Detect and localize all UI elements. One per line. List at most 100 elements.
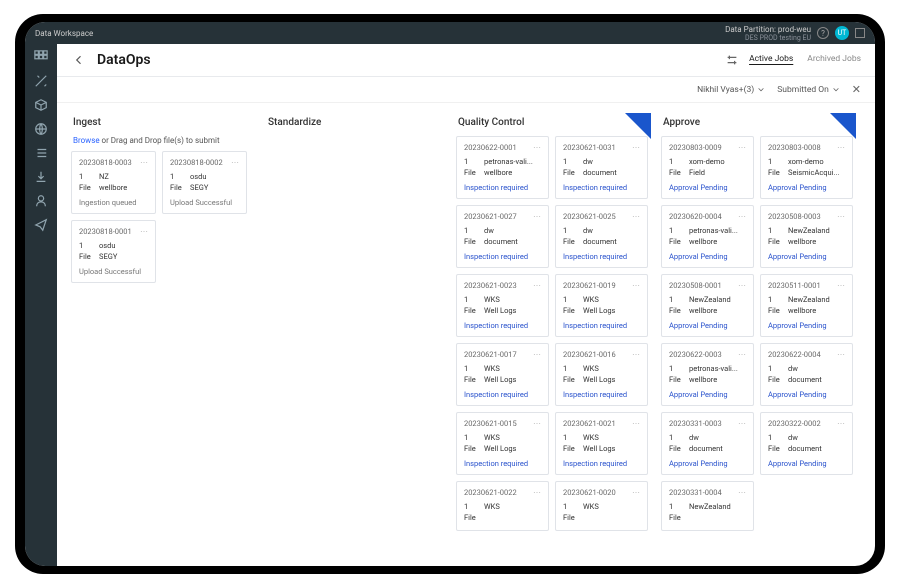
card-menu-icon[interactable]: ⋯ <box>632 146 640 150</box>
job-card[interactable]: 20230621-0031⋯1dwFiledocumentInspection … <box>555 136 648 199</box>
card-id: 20230621-0015 <box>464 419 517 428</box>
card-unit: File <box>464 237 478 246</box>
topbar: Data Workspace Data Partition: prod-weu … <box>25 22 875 44</box>
card-menu-icon[interactable]: ⋯ <box>738 491 746 495</box>
settings-icon[interactable] <box>725 53 739 67</box>
list-icon[interactable] <box>34 146 48 160</box>
card-menu-icon[interactable]: ⋯ <box>632 491 640 495</box>
job-card[interactable]: 20230621-0023⋯1WKSFileWell LogsInspectio… <box>456 274 549 337</box>
box-icon[interactable] <box>34 98 48 112</box>
help-icon[interactable]: ? <box>817 27 829 39</box>
job-card[interactable]: 20230621-0015⋯1WKSFileWell LogsInspectio… <box>456 412 549 475</box>
card-menu-icon[interactable]: ⋯ <box>533 215 541 219</box>
card-menu-icon[interactable]: ⋯ <box>837 215 845 219</box>
job-card[interactable]: 20230331-0003⋯1dwFiledocumentApproval Pe… <box>661 412 754 475</box>
card-id: 20230621-0017 <box>464 350 517 359</box>
job-card[interactable]: 20230621-0016⋯1WKSFileWell LogsInspectio… <box>555 343 648 406</box>
job-card[interactable]: 20230331-0004⋯1NewZealandFile <box>661 481 754 531</box>
fullscreen-icon[interactable] <box>855 28 865 38</box>
topbar-right: Data Partition: prod-weu DES PROD testin… <box>725 25 865 42</box>
card-menu-icon[interactable]: ⋯ <box>837 284 845 288</box>
card-name2: wellbore <box>689 306 746 315</box>
filter-bar: Nikhil Vyas+(3) Submitted On ✕ <box>57 77 875 103</box>
card-status: Inspection required <box>563 459 640 468</box>
globe-icon[interactable] <box>34 122 48 136</box>
browse-link[interactable]: Browse <box>73 136 100 145</box>
card-status: Approval Pending <box>768 252 845 261</box>
download-icon[interactable] <box>34 170 48 184</box>
send-icon[interactable] <box>34 218 48 232</box>
card-menu-icon[interactable]: ⋯ <box>632 353 640 357</box>
card-menu-icon[interactable]: ⋯ <box>533 491 541 495</box>
card-id: 20230621-0031 <box>563 143 616 152</box>
user-icon[interactable] <box>34 194 48 208</box>
card-menu-icon[interactable]: ⋯ <box>632 284 640 288</box>
column-standardize: Standardize <box>266 113 446 556</box>
back-icon[interactable] <box>71 52 87 68</box>
card-status: Approval Pending <box>669 390 746 399</box>
card-unit: File <box>464 444 478 453</box>
card-menu-icon[interactable]: ⋯ <box>632 215 640 219</box>
job-card[interactable]: 20230622-0001⋯1petronas-vali...Filewellb… <box>456 136 549 199</box>
tab-archived-jobs[interactable]: Archived Jobs <box>807 54 861 66</box>
tab-active-jobs[interactable]: Active Jobs <box>749 54 793 66</box>
job-card[interactable]: 20230508-0001⋯1NewZealandFilewellboreApp… <box>661 274 754 337</box>
card-menu-icon[interactable]: ⋯ <box>738 215 746 219</box>
job-card[interactable]: 20230508-0003⋯1NewZealandFilewellboreApp… <box>760 205 853 268</box>
card-count: 1 <box>79 172 93 181</box>
card-name1: dw <box>484 226 541 235</box>
card-row: 20230508-0001⋯1NewZealandFilewellboreApp… <box>661 274 856 337</box>
ingest-dropzone[interactable]: Browse or Drag and Drop file(s) to submi… <box>73 136 254 145</box>
card-count: 1 <box>768 157 782 166</box>
job-card[interactable]: 20230818-0002⋯1osduFileSEGYUpload Succes… <box>162 151 247 214</box>
job-card[interactable]: 20230803-0009⋯1xom-demoFileFieldApproval… <box>661 136 754 199</box>
card-menu-icon[interactable]: ⋯ <box>837 422 845 426</box>
job-card[interactable]: 20230818-0001⋯1osduFileSEGYUpload Succes… <box>71 220 156 283</box>
card-menu-icon[interactable]: ⋯ <box>533 146 541 150</box>
job-card[interactable]: 20230621-0027⋯1dwFiledocumentInspection … <box>456 205 549 268</box>
card-menu-icon[interactable]: ⋯ <box>140 161 148 165</box>
job-card[interactable]: 20230622-0003⋯1petronas-vali...Filewellb… <box>661 343 754 406</box>
job-card[interactable]: 20230322-0002⋯1dwFiledocumentApproval Pe… <box>760 412 853 475</box>
card-menu-icon[interactable]: ⋯ <box>533 284 541 288</box>
job-card[interactable]: 20230621-0022⋯1WKSFile <box>456 481 549 531</box>
card-menu-icon[interactable]: ⋯ <box>837 146 845 150</box>
card-menu-icon[interactable]: ⋯ <box>738 284 746 288</box>
card-status: Approval Pending <box>768 183 845 192</box>
tablet-frame: Data Workspace Data Partition: prod-weu … <box>15 14 885 574</box>
card-menu-icon[interactable]: ⋯ <box>632 422 640 426</box>
card-count: 1 <box>464 502 478 511</box>
card-menu-icon[interactable]: ⋯ <box>140 230 148 234</box>
job-card[interactable]: 20230818-0003⋯1NZFilewellboreIngestion q… <box>71 151 156 214</box>
job-card[interactable]: 20230511-0001⋯1NewZealandFilewellboreApp… <box>760 274 853 337</box>
job-card[interactable]: 20230622-0004⋯1dwFiledocumentApproval Pe… <box>760 343 853 406</box>
card-menu-icon[interactable]: ⋯ <box>231 161 239 165</box>
card-menu-icon[interactable]: ⋯ <box>533 353 541 357</box>
job-card[interactable]: 20230620-0004⋯1petronas-vali...Filewellb… <box>661 205 754 268</box>
job-card[interactable]: 20230621-0020⋯1WKSFile <box>555 481 648 531</box>
close-icon[interactable]: ✕ <box>852 83 861 96</box>
job-card[interactable]: 20230621-0017⋯1WKSFileWell LogsInspectio… <box>456 343 549 406</box>
card-count: 1 <box>563 364 577 373</box>
job-card[interactable]: 20230621-0019⋯1WKSFileWell LogsInspectio… <box>555 274 648 337</box>
card-name1: xom-demo <box>689 157 746 166</box>
filter-sort[interactable]: Submitted On <box>777 85 840 95</box>
card-menu-icon[interactable]: ⋯ <box>533 422 541 426</box>
job-card[interactable]: 20230621-0021⋯1WKSFileWell LogsInspectio… <box>555 412 648 475</box>
tools-icon[interactable] <box>34 74 48 88</box>
card-row: 20230621-0027⋯1dwFiledocumentInspection … <box>456 205 651 268</box>
card-menu-icon[interactable]: ⋯ <box>738 146 746 150</box>
card-id: 20230621-0016 <box>563 350 616 359</box>
job-card[interactable]: 20230803-0008⋯1xom-demoFileSeismicAcqui.… <box>760 136 853 199</box>
card-menu-icon[interactable]: ⋯ <box>837 353 845 357</box>
card-status: Inspection required <box>464 459 541 468</box>
filter-user[interactable]: Nikhil Vyas+(3) <box>697 85 765 95</box>
card-menu-icon[interactable]: ⋯ <box>738 353 746 357</box>
card-status: Approval Pending <box>768 321 845 330</box>
card-unit: File <box>768 168 782 177</box>
card-unit: File <box>669 237 683 246</box>
avatar[interactable]: UT <box>835 26 849 40</box>
job-card[interactable]: 20230621-0025⋯1dwFiledocumentInspection … <box>555 205 648 268</box>
card-menu-icon[interactable]: ⋯ <box>738 422 746 426</box>
apps-icon[interactable] <box>34 50 48 64</box>
